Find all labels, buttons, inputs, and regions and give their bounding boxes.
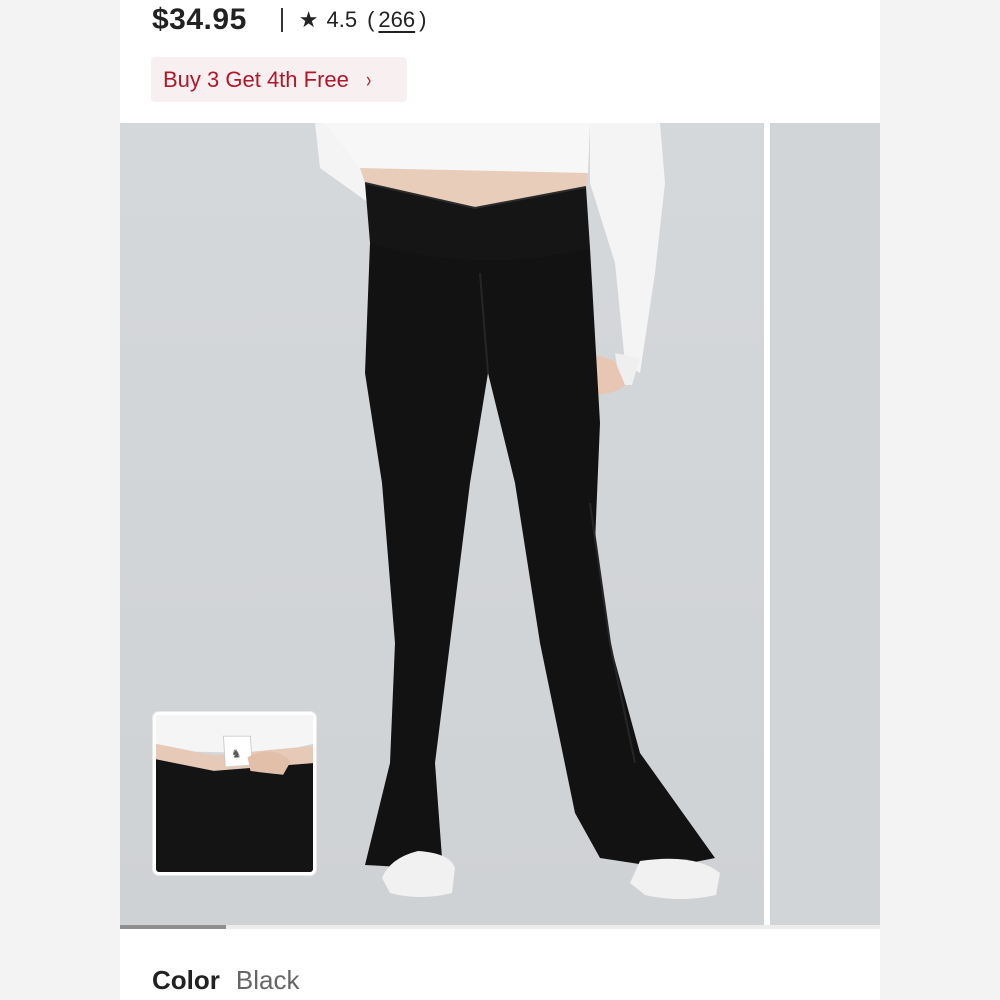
thumbnail-image[interactable]: ♞ bbox=[153, 712, 316, 875]
product-page: $34.95 ★ 4.5 ( 266 ) Buy 3 Get 4th Free … bbox=[120, 0, 880, 1000]
price-rating-row: $34.95 ★ 4.5 ( 266 ) bbox=[152, 0, 426, 40]
color-selector-row: Color Black bbox=[152, 960, 299, 1000]
chevron-right-icon: › bbox=[365, 66, 372, 92]
thumbnail-photo: ♞ bbox=[156, 715, 313, 872]
image-gallery[interactable]: ♞ bbox=[120, 123, 880, 925]
promo-label: Buy 3 Get 4th Free bbox=[163, 66, 349, 92]
promo-banner[interactable]: Buy 3 Get 4th Free › bbox=[151, 57, 407, 102]
color-value: Black bbox=[235, 964, 300, 995]
product-image-next[interactable] bbox=[770, 123, 880, 925]
product-price: $34.95 bbox=[152, 3, 247, 36]
star-icon: ★ bbox=[298, 7, 319, 32]
svg-text:♞: ♞ bbox=[231, 746, 241, 760]
gallery-progress-track bbox=[120, 925, 880, 929]
divider bbox=[280, 8, 283, 32]
color-label: Color bbox=[152, 964, 220, 995]
paren-open: ( bbox=[367, 7, 375, 32]
paren-close: ) bbox=[419, 7, 427, 32]
rating-value: 4.5 bbox=[326, 7, 358, 32]
gallery-progress-fill bbox=[120, 925, 227, 929]
review-count-link[interactable]: 266 bbox=[378, 7, 415, 33]
